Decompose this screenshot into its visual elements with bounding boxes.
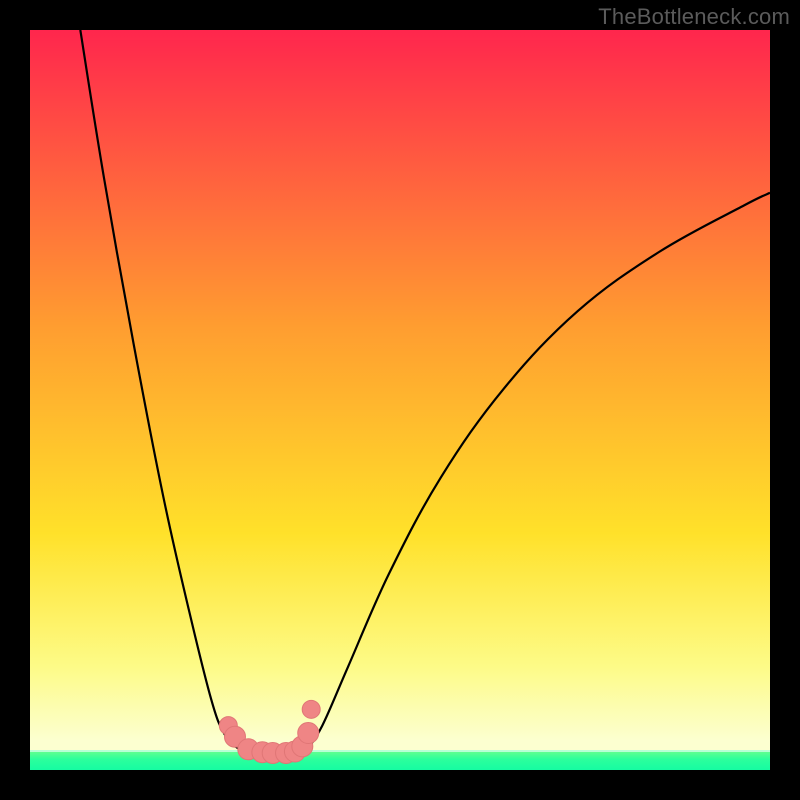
marker-dot [302, 700, 320, 718]
curve-left-branch [80, 30, 249, 752]
marker-dot [298, 723, 319, 744]
marker-group [219, 700, 320, 763]
curve-overlay [30, 30, 770, 770]
plot-area [30, 30, 770, 770]
chart-frame: TheBottleneck.com [0, 0, 800, 800]
curve-right-branch [305, 193, 770, 752]
watermark-text: TheBottleneck.com [598, 4, 790, 30]
